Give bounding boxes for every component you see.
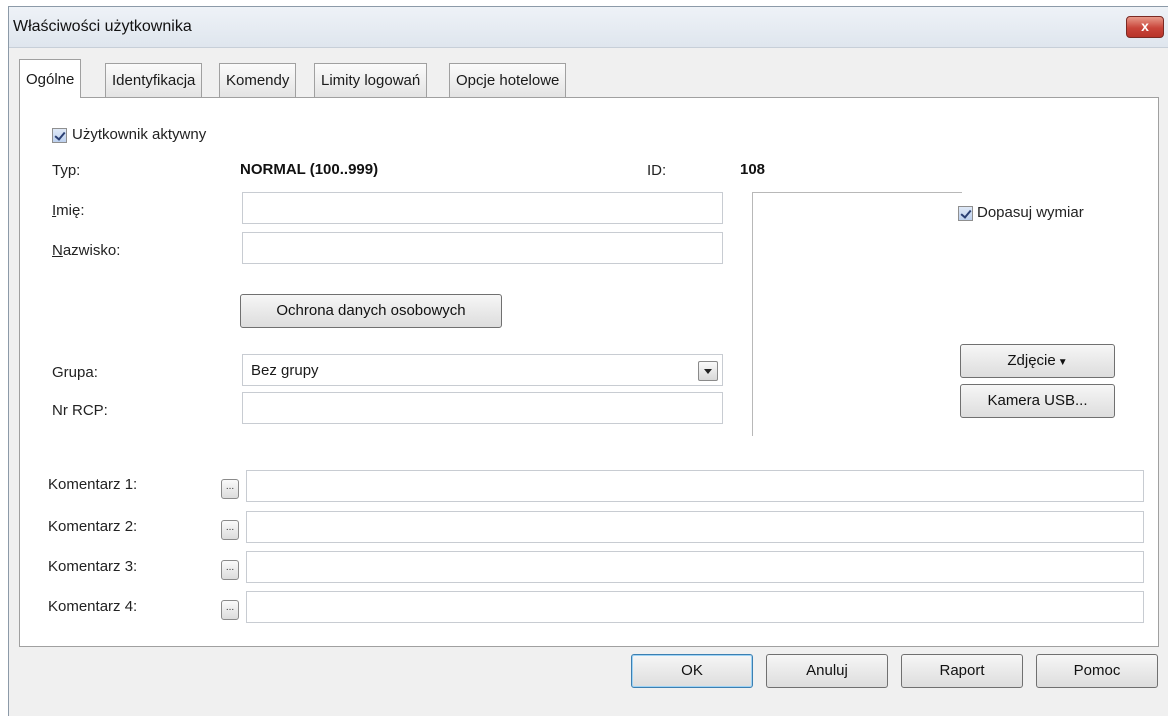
comment-3-ellipsis-button[interactable]: ... [221, 560, 239, 580]
dropdown-arrow-icon[interactable] [698, 361, 718, 381]
tab-identification[interactable]: Identyfikacja [105, 63, 203, 97]
id-label: ID: [647, 162, 667, 179]
tab-commands[interactable]: Komendy [219, 63, 297, 97]
last-name-field[interactable] [242, 232, 723, 264]
group-label: Grupa: [52, 364, 98, 381]
report-button[interactable]: Raport [901, 654, 1023, 688]
rcp-label: Nr RCP: [52, 402, 108, 419]
ok-button[interactable]: OK [631, 654, 753, 688]
comment-4-field[interactable] [246, 591, 1144, 623]
fit-size-label[interactable]: Dopasuj wymiar [977, 204, 1084, 221]
comment-2-field[interactable] [246, 511, 1144, 543]
comment-1-ellipsis-button[interactable]: ... [221, 479, 239, 499]
comment-2-label: Komentarz 2: [48, 518, 138, 535]
first-name-field[interactable] [242, 192, 723, 224]
comment-1-label: Komentarz 1: [48, 476, 138, 493]
active-label[interactable]: Użytkownik aktywny [72, 126, 206, 143]
comment-3-field[interactable] [246, 551, 1144, 583]
type-label: Typ: [52, 162, 81, 179]
window-title: Właściwości użytkownika [13, 18, 192, 35]
comment-4-ellipsis-button[interactable]: ... [221, 600, 239, 620]
comment-3-label: Komentarz 3: [48, 558, 138, 575]
help-button[interactable]: Pomoc [1036, 654, 1158, 688]
caret-down-icon: ▼ [1057, 357, 1068, 368]
cancel-button[interactable]: Anuluj [766, 654, 888, 688]
comment-2-ellipsis-button[interactable]: ... [221, 520, 239, 540]
title-bar[interactable]: Właściwości użytkownika x [9, 7, 1168, 48]
photo-frame [752, 192, 962, 436]
id-value: 108 [740, 161, 766, 178]
photo-button[interactable]: Zdjęcie ▼ [960, 344, 1115, 378]
comment-1-field[interactable] [246, 470, 1144, 502]
first-name-label: Imię: [52, 202, 85, 219]
group-select[interactable]: Bez grupy [242, 354, 723, 386]
last-name-label: Nazwisko: [52, 242, 121, 259]
fit-size-checkbox[interactable] [958, 206, 973, 221]
tab-hotel-options[interactable]: Opcje hotelowe [449, 63, 567, 97]
dialog-window: Właściwości użytkownika x Ogólne Identyf… [8, 6, 1168, 716]
type-value: NORMAL (100..999) [240, 161, 379, 178]
usb-camera-button[interactable]: Kamera USB... [960, 384, 1115, 418]
tab-login-limits[interactable]: Limity logowań [314, 63, 428, 97]
active-checkbox[interactable] [52, 128, 67, 143]
comment-4-label: Komentarz 4: [48, 598, 138, 615]
general-panel: Użytkownik aktywny Typ: NORMAL (100..999… [19, 97, 1159, 647]
tab-general[interactable]: Ogólne [19, 59, 82, 98]
group-select-value: Bez grupy [251, 362, 319, 379]
rcp-field[interactable] [242, 392, 723, 424]
close-button[interactable]: x [1126, 16, 1164, 38]
privacy-button[interactable]: Ochrona danych osobowych [240, 294, 502, 328]
